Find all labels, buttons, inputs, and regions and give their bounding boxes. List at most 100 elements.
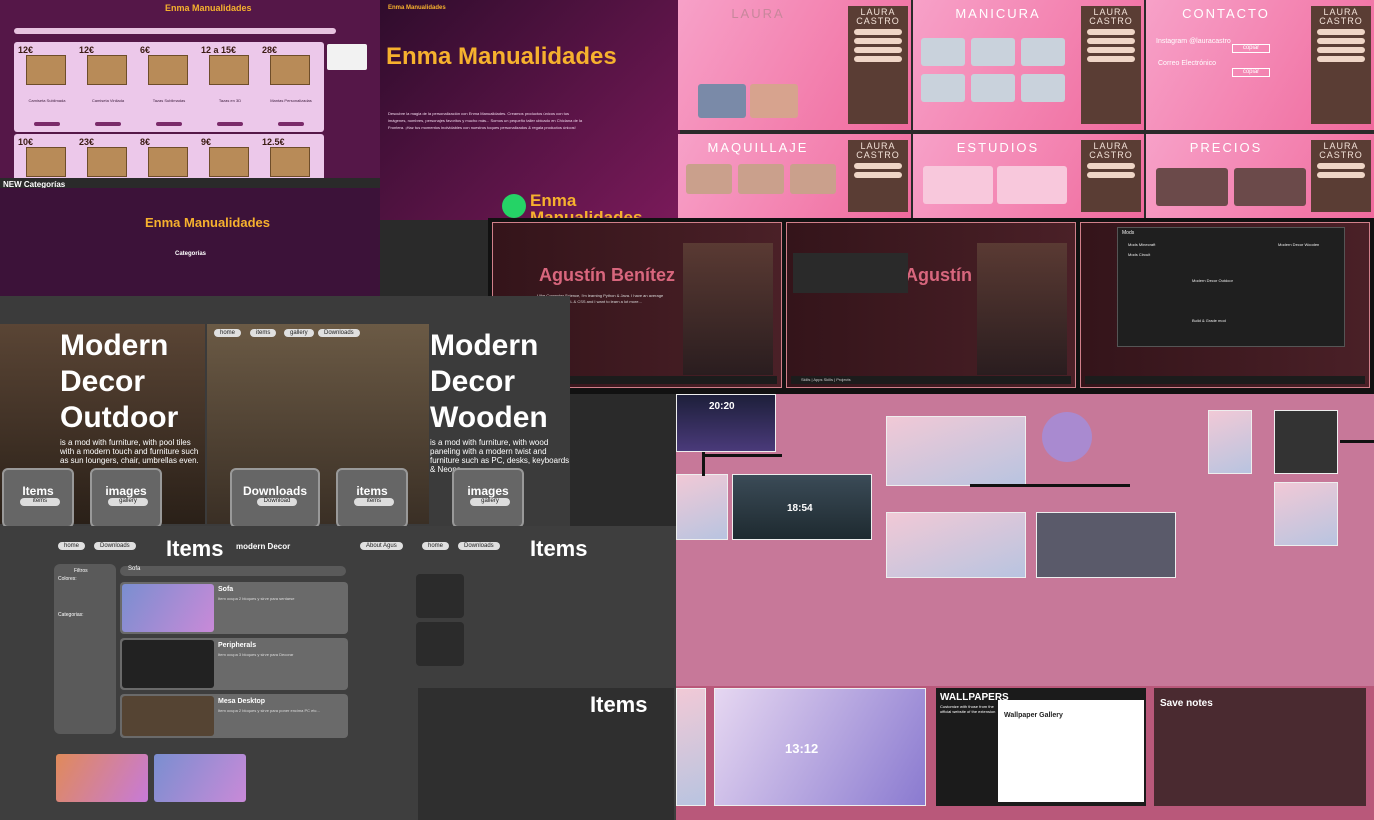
item-tile[interactable]: [56, 754, 148, 802]
items-nav-home[interactable]: home: [58, 542, 86, 550]
laura-sidebar: LAURA CASTRO: [848, 140, 908, 212]
product-button[interactable]: [156, 122, 182, 126]
product-title: Tazas en 3D: [218, 98, 242, 103]
laura-manicura-screenshot: MANICURA LAURA CASTRO: [913, 0, 1144, 130]
product-price: 12€: [79, 45, 95, 55]
product-card[interactable]: 6€ Tazas Sublimadas: [136, 42, 202, 132]
wallpaper-page: WALLPAPERS Customize with those from the…: [936, 688, 1146, 806]
manicura-thumb: [971, 74, 1015, 102]
whatsapp-icon[interactable]: [502, 194, 526, 218]
outdoor-title: Modern Decor Outdoor: [60, 329, 179, 434]
hero-footer-logo: Enma Manualidades: [530, 191, 643, 220]
laura-precios-screenshot: PRECIOS LAURA CASTRO: [1146, 134, 1374, 218]
box-icon: [87, 147, 127, 177]
item-row[interactable]: Mesa Desktop Item ocupa 2 bloques y sirv…: [120, 694, 348, 738]
product-card[interactable]: 8€Producto: [136, 134, 202, 178]
maquillaje-thumb: [738, 164, 784, 194]
manicura-thumb: [921, 38, 965, 66]
item-image: [122, 696, 214, 736]
box-icon: [209, 147, 249, 177]
product-card[interactable]: 12€ Camiseta Sublimada: [14, 42, 80, 132]
card-downloads[interactable]: Downloads Download: [230, 468, 320, 526]
agustin-photo: [977, 243, 1067, 375]
shop-search-bar[interactable]: [14, 28, 336, 34]
agustin-name: Agustín Benítez: [539, 265, 676, 285]
card-images-2[interactable]: images gallery: [452, 468, 524, 526]
item-tile[interactable]: [154, 754, 246, 802]
product-title: Mantas Personalizadas: [270, 98, 312, 103]
laura-sidebar: LAURA CASTRO: [848, 6, 908, 124]
categories-logo: Enma Manualidades: [145, 215, 270, 230]
laura-sidebar: LAURA CASTRO: [1081, 6, 1141, 124]
about-button[interactable]: About Agus: [360, 542, 403, 550]
brush-icon: [1042, 412, 1092, 462]
precios-thumb: [1156, 168, 1228, 206]
product-price: 23€: [79, 137, 95, 147]
items-nav-downloads[interactable]: Downloads: [94, 542, 136, 550]
precios-title: PRECIOS: [1189, 140, 1263, 155]
agustin-mods-screenshot: Mods Mods Minecraft Mods Circuit Modern …: [1080, 222, 1370, 388]
product-price: 12.5€: [262, 137, 285, 147]
estudios-card: [923, 166, 993, 204]
hero-small-logo: Enma Manualidades: [388, 5, 446, 11]
item-row[interactable]: Sofa Item ocupa 2 bloques y sirve para s…: [120, 582, 348, 634]
dark-settings-screen: [1036, 512, 1176, 578]
product-card[interactable]: 12 a 15€ Tazas en 3D: [197, 42, 263, 132]
product-button[interactable]: [34, 122, 60, 126]
product-title: Camiseta Sublimada: [28, 98, 66, 103]
nav-items[interactable]: items: [250, 329, 277, 337]
product-card[interactable]: 12.5€Producto: [258, 134, 324, 178]
search-popup[interactable]: [793, 253, 908, 293]
hero-paragraph: Descubre la magia de la personalización …: [388, 111, 583, 130]
product-price: 12 a 15€: [201, 45, 237, 55]
copy-instagram-button[interactable]: copiar: [1232, 44, 1270, 53]
items2-nav-downloads[interactable]: Downloads: [458, 542, 500, 550]
card-images[interactable]: images gallery: [90, 468, 162, 526]
product-button[interactable]: [217, 122, 243, 126]
product-card[interactable]: 10€Producto: [14, 134, 80, 178]
shop-logo: Enma Manualidades: [165, 3, 252, 13]
notes-page: Save notes: [1154, 688, 1366, 806]
box-icon: [26, 147, 66, 177]
product-card[interactable]: 12€ Camiseta Vinilada: [75, 42, 141, 132]
popup-panel: [1208, 410, 1252, 474]
light-popup: [1274, 482, 1338, 546]
laura-contacto-screenshot: CONTACTO Instagram @lauracastro Correo E…: [1146, 0, 1374, 130]
nav-gallery[interactable]: gallery: [284, 329, 314, 337]
manicura-thumb: [971, 38, 1015, 66]
contacto-title: CONTACTO: [1182, 6, 1270, 21]
items2-nav-home[interactable]: home: [422, 542, 450, 550]
card-items[interactable]: Items items: [2, 468, 74, 526]
items-search-input[interactable]: Sofa: [120, 566, 346, 576]
agustin-search-screenshot: Agustín Benítez Skills | Apps Skills | P…: [786, 222, 1076, 388]
maquillaje-thumb: [790, 164, 836, 194]
nav-downloads[interactable]: Downloads: [318, 329, 360, 337]
laura-thumb: [750, 84, 798, 118]
enma-hero-screenshot: Enma Manualidades Enma Manualidades Desc…: [380, 0, 680, 220]
manicura-thumb: [1021, 74, 1065, 102]
product-button[interactable]: [95, 122, 121, 126]
product-card[interactable]: 9€Producto: [197, 134, 263, 178]
product-button[interactable]: [278, 122, 304, 126]
outdoor-desc: is a mod with furniture, with pool tiles…: [60, 438, 199, 465]
card-items-2[interactable]: items items: [336, 468, 408, 526]
items-title: Items: [166, 536, 224, 561]
product-card[interactable]: 23€Producto: [75, 134, 141, 178]
estudios-card: [997, 166, 1067, 204]
shop-filter-panel[interactable]: [327, 44, 367, 70]
box-icon: [87, 55, 127, 85]
product-price: 28€: [262, 45, 278, 55]
laura-sidebar: LAURA CASTRO: [1311, 140, 1371, 212]
product-title: Tazas Sublimadas: [152, 98, 186, 103]
product-price: 6€: [140, 45, 151, 55]
item-row[interactable]: Peripherals Item ocupa 3 bloques y sirve…: [120, 638, 348, 690]
nav-home[interactable]: home: [214, 329, 242, 337]
taskbar: Skills | Apps Skills | Projects: [791, 376, 1071, 384]
product-price: 9€: [201, 137, 212, 147]
item-image: [122, 584, 214, 632]
items-brand: modern Decor: [236, 542, 291, 551]
product-card[interactable]: 28€ Mantas Personalizadas: [258, 42, 324, 132]
copy-email-button[interactable]: copiar: [1232, 68, 1270, 77]
box-icon: [148, 147, 188, 177]
product-title: Camiseta Vinilada: [91, 98, 125, 103]
